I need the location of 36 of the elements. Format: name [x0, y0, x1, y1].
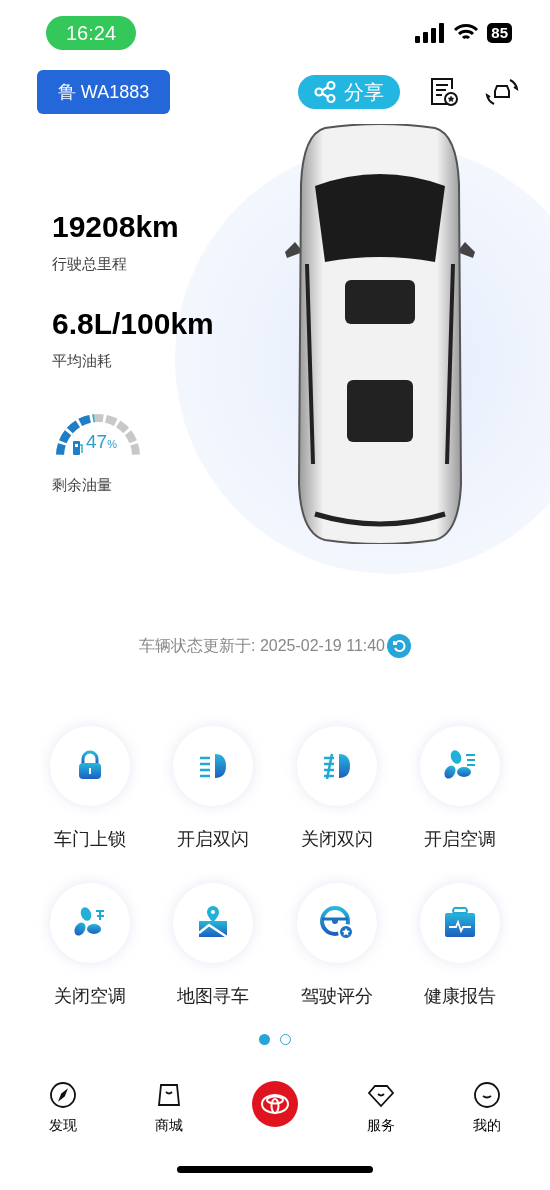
fuel-label: 剩余油量 [52, 475, 113, 495]
stat-value: 19208km [52, 209, 180, 245]
document-star-icon [428, 76, 460, 108]
ellipses-logo-icon [260, 1093, 290, 1115]
nav-tab[interactable]: 发现 [10, 1081, 116, 1136]
shopping-bag-icon [155, 1081, 183, 1109]
stat-value: 6.8L/100km [52, 305, 215, 342]
report-button[interactable] [428, 76, 460, 108]
refresh-button[interactable] [387, 634, 411, 658]
license-plate: 鲁 WA1883 [37, 70, 170, 114]
quick-action-button[interactable]: 地图寻车 [151, 883, 275, 1010]
compass-icon [49, 1081, 77, 1109]
stat-label: 平均油耗 [52, 350, 113, 371]
quick-action-button[interactable]: 开启双闪 [151, 726, 275, 853]
share-icon [314, 81, 336, 103]
fuel-pump-icon [73, 441, 83, 455]
battery-level: 85 [487, 22, 512, 43]
nav-tab[interactable]: 我的 [434, 1081, 540, 1136]
quick-action-button[interactable]: 驾驶评分 [275, 883, 399, 1010]
refresh-icon [392, 639, 406, 653]
signal-icon [415, 22, 446, 43]
quick-action-button[interactable]: 关闭空调 [28, 883, 152, 1010]
nav-tab[interactable]: 服务 [328, 1081, 434, 1136]
switch-vehicle-button[interactable] [484, 76, 520, 108]
nav-tab[interactable]: 商城 [116, 1081, 222, 1136]
quick-action-button[interactable]: 车门上锁 [28, 726, 152, 853]
smiley-icon [473, 1081, 501, 1109]
fuel-reading: 47% [86, 429, 117, 454]
update-time-text: 车辆状态更新于: 2025-02-19 11:40 [139, 636, 385, 656]
quick-action-button[interactable]: 开启空调 [398, 726, 522, 853]
quick-action-button[interactable]: 健康报告 [398, 883, 522, 1010]
brand-logo-button[interactable] [252, 1081, 298, 1127]
stat-label: 行驶总里程 [52, 254, 128, 274]
clock-time: 16:24 [46, 15, 137, 50]
car-swap-icon [484, 76, 520, 108]
quick-action-button[interactable]: 关闭双闪 [275, 726, 399, 853]
